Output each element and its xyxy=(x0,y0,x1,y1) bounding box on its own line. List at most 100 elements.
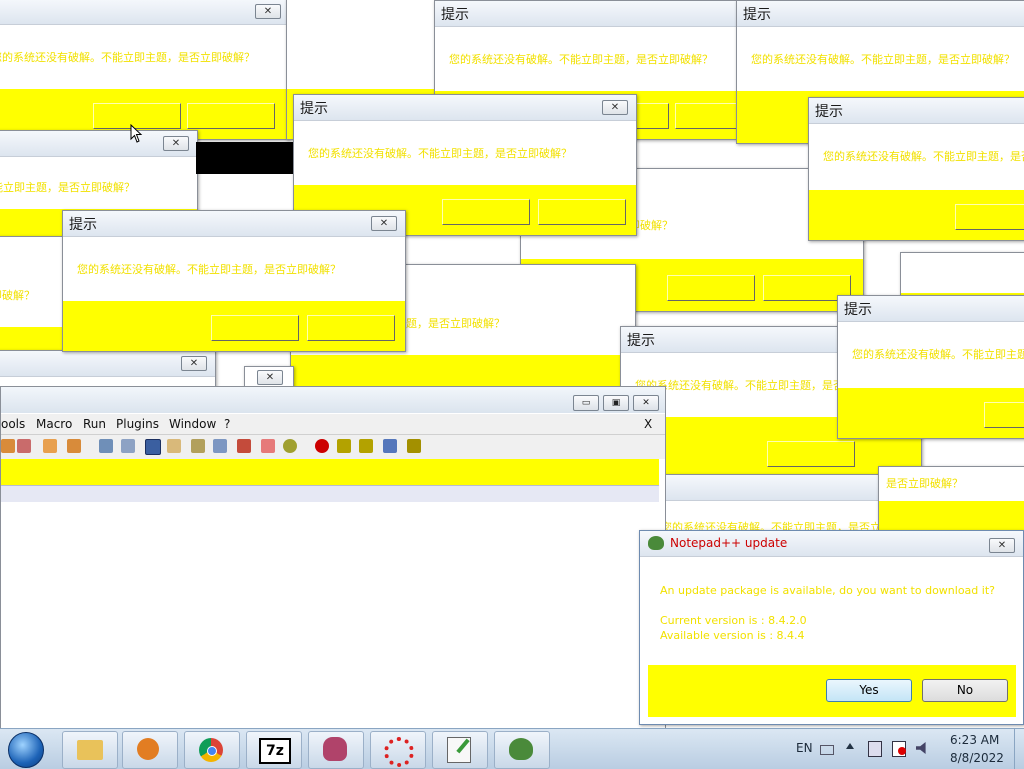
ok-button[interactable] xyxy=(211,315,299,341)
language-indicator[interactable]: EN xyxy=(796,741,813,755)
spam-dialog: 提示 您的系统还没有破解。不能立即主题，是否立即破解？ xyxy=(837,295,1024,439)
ok-button[interactable] xyxy=(984,402,1024,428)
dialog-titlebar: 提示 xyxy=(737,1,1024,27)
dialog-title: Notepad++ update xyxy=(670,536,788,550)
menu-plugins[interactable]: Plugins xyxy=(116,417,159,431)
settings-gear-icon[interactable] xyxy=(370,731,426,769)
dialog-message: 您的系统还没有破解。不能立即主题，是否立即破解？ xyxy=(823,150,1024,163)
close-button[interactable]: ✕ xyxy=(602,100,628,115)
show-hidden-icons-icon[interactable] xyxy=(846,743,854,749)
volume-icon[interactable] xyxy=(916,742,926,754)
maximize-button[interactable]: ▣ xyxy=(603,395,629,411)
start-orb[interactable] xyxy=(8,732,44,768)
speech-bubble-icon[interactable] xyxy=(283,439,297,453)
spam-dialog: ✕ 您的系统还没有破解。不能立即主题，是否立即破解？ xyxy=(0,0,290,140)
media-player-icon[interactable] xyxy=(122,731,178,769)
dialog-message: 您的系统还没有破解。不能立即主题，是否立即破解？ xyxy=(308,147,572,160)
dialog-footer xyxy=(838,388,1024,438)
notepad-update-icon[interactable] xyxy=(494,731,550,769)
menu-run[interactable]: Run xyxy=(83,417,106,431)
cancel-button[interactable] xyxy=(307,315,395,341)
dialog-message: 您的系统还没有破解。不能立即主题，是否立即破解？ xyxy=(852,348,1024,361)
explorer-icon[interactable] xyxy=(62,731,118,769)
network-icon[interactable] xyxy=(868,741,882,757)
editor-area[interactable] xyxy=(1,502,659,730)
save-macro-icon[interactable] xyxy=(407,439,421,453)
ok-button[interactable] xyxy=(442,199,530,225)
stop-macro-icon[interactable] xyxy=(337,439,351,453)
close-button[interactable]: ✕ xyxy=(989,538,1015,553)
tab-bar xyxy=(1,459,659,485)
ok-button[interactable] xyxy=(955,204,1024,230)
dialog-footer: Yes No xyxy=(648,665,1016,717)
close-button[interactable]: ✕ xyxy=(255,4,281,19)
cancel-button[interactable] xyxy=(538,199,626,225)
menu-help[interactable]: ? xyxy=(224,417,230,431)
keyboard-icon[interactable] xyxy=(820,745,834,755)
toolbar xyxy=(1,434,665,459)
indent-guide-icon[interactable] xyxy=(145,439,161,455)
dialog-titlebar: 提示 xyxy=(809,98,1024,124)
dialog-message: 您的系统还没有破解。不能立即主题，是否立即破解？ xyxy=(0,181,135,194)
spam-dialog: 提示 您的系统还没有破解。不能立即主题，是否立即破解？ xyxy=(808,97,1024,241)
dialog-titlebar xyxy=(0,0,289,25)
sync-scroll-icon[interactable] xyxy=(99,439,113,453)
folder-icon[interactable] xyxy=(261,439,275,453)
function-list-icon[interactable] xyxy=(191,439,205,453)
cancel-button[interactable] xyxy=(675,103,739,129)
taskbar: 7z EN 6:23 AM 8/8/2022 xyxy=(0,728,1024,769)
record-macro-icon[interactable] xyxy=(315,439,329,453)
folder-workspace-icon[interactable] xyxy=(213,439,227,453)
show-all-chars-icon[interactable] xyxy=(121,439,135,453)
show-desktop-button[interactable] xyxy=(1014,729,1024,769)
find-icon[interactable] xyxy=(17,439,31,453)
dialog-message: 您的系统还没有破解。不能立即主题，是否立即破解？ xyxy=(879,477,963,490)
close-button[interactable]: ✕ xyxy=(181,356,207,371)
yes-button[interactable]: Yes xyxy=(826,679,912,702)
dialog-title: 提示 xyxy=(743,7,771,23)
minimize-button[interactable]: ▭ xyxy=(573,395,599,411)
notepad-window: ▭ ▣ ✕ ools Macro Run Plugins Window ? X xyxy=(0,386,666,732)
menu-macro[interactable]: Macro xyxy=(36,417,72,431)
chrome-icon[interactable] xyxy=(184,731,240,769)
replace-icon[interactable] xyxy=(1,439,15,453)
dialog-footer xyxy=(63,301,405,351)
tab-strip xyxy=(1,485,659,502)
notepad-plus-plus-icon[interactable] xyxy=(432,731,488,769)
clock-date[interactable]: 8/8/2022 xyxy=(950,751,1004,765)
dialog-title: 提示 xyxy=(844,302,872,318)
dialog-titlebar: 提示 xyxy=(63,211,405,237)
update-dialog: Notepad++ update ✕ An update package is … xyxy=(639,530,1024,725)
ok-button[interactable] xyxy=(767,441,855,467)
menu-close-doc[interactable]: X xyxy=(644,417,652,431)
dialog-message: 您的系统还没有破解。不能立即主题，是否立即破解？ xyxy=(0,289,35,302)
7zip-icon[interactable]: 7z xyxy=(246,731,302,769)
close-button[interactable]: ✕ xyxy=(371,216,397,231)
current-version: Current version is : 8.4.2.0 xyxy=(660,614,807,627)
black-strip xyxy=(196,142,296,174)
close-button[interactable]: ✕ xyxy=(257,370,283,385)
menu-window[interactable]: Window xyxy=(169,417,216,431)
close-button[interactable]: ✕ xyxy=(163,136,189,151)
update-question: An update package is available, do you w… xyxy=(660,584,995,597)
doc-map-icon[interactable] xyxy=(167,439,181,453)
game-icon[interactable] xyxy=(308,731,364,769)
clock-time[interactable]: 6:23 AM xyxy=(950,733,999,747)
menu-bar: ools Macro Run Plugins Window ? X xyxy=(1,414,665,434)
play-macro-icon[interactable] xyxy=(359,439,373,453)
close-button[interactable]: ✕ xyxy=(633,395,659,411)
dialog-footer xyxy=(879,501,1024,531)
menu-tools[interactable]: ools xyxy=(1,417,25,431)
dialog-title: 提示 xyxy=(441,7,469,23)
zoom-out-icon[interactable] xyxy=(67,439,81,453)
zoom-in-icon[interactable] xyxy=(43,439,57,453)
monitor-icon[interactable] xyxy=(237,439,251,453)
dialog-title: 提示 xyxy=(627,333,655,349)
notepad-titlebar: ▭ ▣ ✕ xyxy=(1,387,665,413)
dialog-titlebar: 提示 xyxy=(435,1,739,27)
run-macro-multiple-icon[interactable] xyxy=(383,439,397,453)
ok-button[interactable] xyxy=(667,275,755,301)
action-center-alert-icon xyxy=(898,747,906,755)
cancel-button[interactable] xyxy=(187,103,275,129)
no-button[interactable]: No xyxy=(922,679,1008,702)
